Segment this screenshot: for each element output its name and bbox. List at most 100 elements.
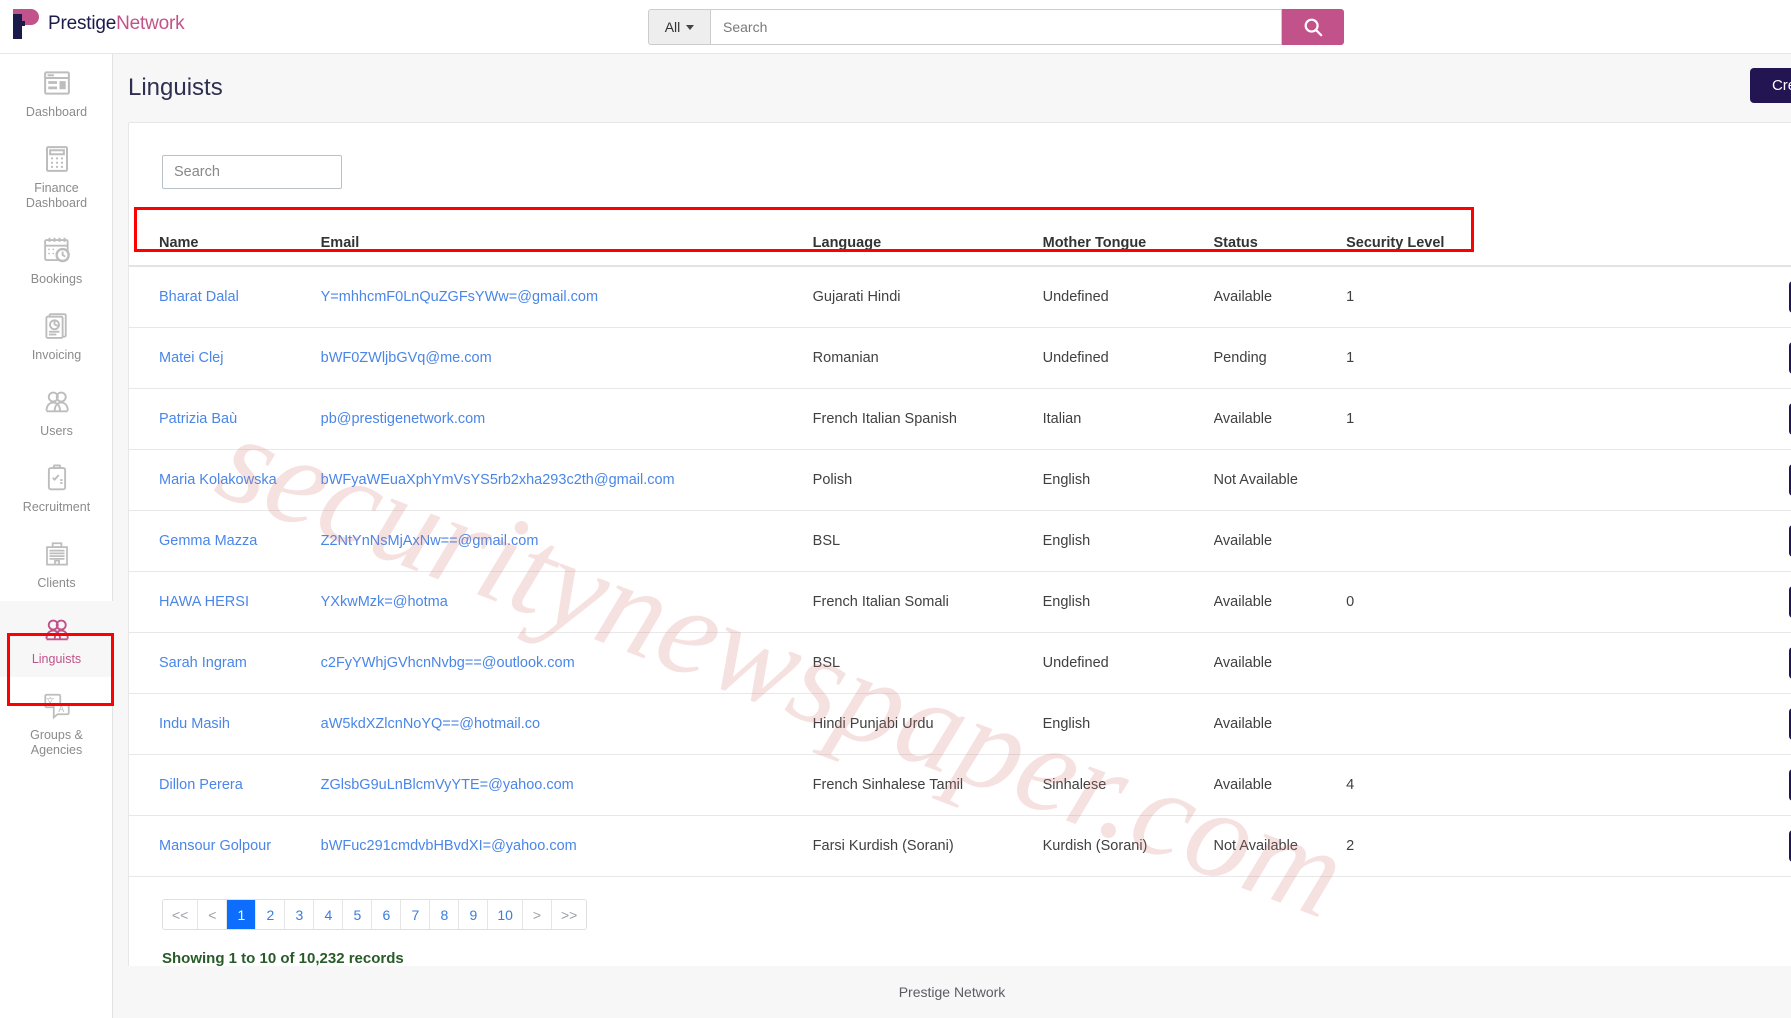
sidebar-item-clients[interactable]: Clients: [0, 525, 113, 601]
cell-status: Available: [1213, 632, 1347, 694]
pagination-page-8[interactable]: 8: [430, 900, 460, 929]
pagination-prev[interactable]: <: [198, 900, 228, 929]
linguist-email-link[interactable]: Z2NtYnNsMjAxNw==@gmail.com: [321, 533, 539, 549]
pagination-page-5[interactable]: 5: [343, 900, 373, 929]
linguist-name-link[interactable]: Dillon Perera: [159, 777, 243, 793]
cell-language: French Italian Somali: [812, 571, 1043, 633]
linguist-name-link[interactable]: Matei Clej: [159, 350, 223, 366]
cell-security-level: 1: [1346, 388, 1533, 450]
sidebar-item-invoicing[interactable]: Invoicing: [0, 297, 113, 373]
linguist-name-link[interactable]: Sarah Ingram: [159, 655, 247, 671]
linguist-email-link[interactable]: c2FyYWhjGVhcnNvbg==@outlook.com: [321, 655, 575, 671]
column-header-status[interactable]: Status: [1213, 221, 1347, 267]
column-header-security-level[interactable]: Security Level: [1346, 221, 1533, 267]
table-row: Gemma Mazza Z2NtYnNsMjAxNw==@gmail.com B…: [129, 510, 1791, 572]
table-search-input[interactable]: [162, 155, 342, 189]
table-row: Sarah Ingram c2FyYWhjGVhcnNvbg==@outlook…: [129, 632, 1791, 694]
brand-logo-primary: Prestige: [48, 13, 117, 34]
pagination-page-6[interactable]: 6: [372, 900, 402, 929]
column-header-email[interactable]: Email: [320, 221, 813, 267]
report-chart-icon: [44, 313, 67, 339]
linguist-email-link[interactable]: bWFyaWEuaXphYmVsYS5rb2xha293c2th@gmail.c…: [321, 472, 675, 488]
cell-mother-tongue: English: [1042, 571, 1214, 633]
top-bar: PrestigeNetwork All: [0, 0, 1791, 54]
cell-mother-tongue: Undefined: [1042, 266, 1214, 328]
linguist-name-link[interactable]: Gemma Mazza: [159, 533, 257, 549]
search-scope-dropdown[interactable]: All: [648, 9, 710, 45]
column-header-name[interactable]: Name: [129, 221, 321, 267]
cell-security-level: 1: [1346, 266, 1533, 328]
cell-language: Gujarati Hindi: [812, 266, 1043, 328]
users-icon: [45, 391, 69, 413]
table-row: Indu Masih aW5kdXZlcnNoYQ==@hotmail.co H…: [129, 693, 1791, 755]
table-row: Mansour Golpour bWFuc291cmdvbHBvdXI=@yah…: [129, 815, 1791, 877]
linguist-name-link[interactable]: Bharat Dalal: [159, 289, 239, 305]
linguist-email-link[interactable]: YXkwMzk=@hotma: [321, 594, 448, 610]
pagination-page-10[interactable]: 10: [488, 900, 523, 929]
linguist-email-link[interactable]: bWF0ZWljbGVq@me.com: [321, 350, 492, 366]
linguist-email-link[interactable]: ZGlsbG9uLnBlcmVyYTE=@yahoo.com: [321, 777, 574, 793]
sidebar-item-groups-agencies[interactable]: 文 A Groups & Agencies: [0, 677, 113, 768]
linguist-email-link[interactable]: pb@prestigenetwork.com: [321, 411, 486, 427]
sidebar-item-label: Bookings: [30, 272, 83, 286]
global-search-input[interactable]: [710, 9, 1282, 45]
clipboard-check-icon: [47, 464, 66, 491]
pagination-page-2[interactable]: 2: [256, 900, 286, 929]
cell-mother-tongue: Undefined: [1042, 632, 1214, 694]
linguists-table: Name Email Language Mother Tongue Status…: [129, 221, 1791, 877]
sidebar-item-label: Recruitment: [22, 500, 91, 514]
linguist-name-link[interactable]: Maria Kolakowska: [159, 472, 277, 488]
sidebar-item-users[interactable]: Users: [0, 373, 113, 449]
pagination-first[interactable]: <<: [163, 900, 199, 929]
cell-language: Polish: [812, 449, 1043, 511]
chevron-down-icon: [686, 24, 695, 30]
pagination-page-1[interactable]: 1: [227, 900, 257, 929]
dashboard-icon: [43, 71, 70, 95]
pagination-page-4[interactable]: 4: [314, 900, 344, 929]
cell-mother-tongue: English: [1042, 693, 1214, 755]
translate-icon: 文 A: [43, 693, 70, 720]
sidebar-item-label: Invoicing: [31, 348, 82, 362]
pagination-page-7[interactable]: 7: [401, 900, 431, 929]
cell-security-level: 4: [1346, 754, 1533, 816]
linguist-name-link[interactable]: Patrizia Baù: [159, 411, 237, 427]
brand-logo[interactable]: PrestigeNetwork: [12, 8, 185, 40]
cell-mother-tongue: Kurdish (Sorani): [1042, 815, 1214, 877]
cell-status: Not Available: [1213, 449, 1347, 511]
cell-mother-tongue: Italian: [1042, 388, 1214, 450]
page-footer: Prestige Network: [113, 966, 1791, 1018]
pagination-next[interactable]: >: [522, 900, 552, 929]
linguist-name-link[interactable]: HAWA HERSI: [159, 594, 249, 610]
cell-status: Pending: [1213, 327, 1347, 389]
cell-security-level: [1346, 693, 1533, 755]
pagination-page-3[interactable]: 3: [285, 900, 315, 929]
linguist-name-link[interactable]: Indu Masih: [159, 716, 230, 732]
cell-mother-tongue: English: [1042, 510, 1214, 572]
column-header-language[interactable]: Language: [812, 221, 1043, 267]
users-icon: [45, 619, 69, 641]
table-body: Bharat Dalal Y=mhhcmF0LnQuZGFsYWw=@gmail…: [129, 266, 1791, 877]
linguist-email-link[interactable]: Y=mhhcmF0LnQuZGFsYWw=@gmail.com: [321, 289, 598, 305]
sidebar-item-bookings[interactable]: Bookings: [0, 221, 113, 297]
svg-text:文: 文: [45, 695, 54, 706]
table-row: Maria Kolakowska bWFyaWEuaXphYmVsYS5rb2x…: [129, 449, 1791, 511]
pagination-page-9[interactable]: 9: [459, 900, 489, 929]
pagination-last[interactable]: >>: [551, 900, 587, 929]
page-header: Linguists Create: [113, 54, 1791, 122]
cell-security-level: [1346, 632, 1533, 694]
cell-status: Available: [1213, 693, 1347, 755]
linguist-email-link[interactable]: bWFuc291cmdvbHBvdXI=@yahoo.com: [321, 838, 577, 854]
sidebar-item-recruitment[interactable]: Recruitment: [0, 449, 113, 525]
global-search-button[interactable]: [1282, 9, 1344, 45]
linguist-name-link[interactable]: Mansour Golpour: [159, 838, 271, 854]
cell-status: Not Available: [1213, 815, 1347, 877]
sidebar-item-finance-dashboard[interactable]: Finance Dashboard: [0, 130, 113, 221]
column-header-mother-tongue[interactable]: Mother Tongue: [1042, 221, 1214, 267]
column-header-actions: [1532, 221, 1791, 267]
create-button[interactable]: Create: [1749, 68, 1791, 103]
table-header: Name Email Language Mother Tongue Status…: [129, 221, 1791, 267]
cell-security-level: 1: [1346, 327, 1533, 389]
sidebar-item-linguists[interactable]: Linguists: [0, 601, 113, 677]
sidebar-item-dashboard[interactable]: Dashboard: [0, 54, 113, 130]
linguist-email-link[interactable]: aW5kdXZlcnNoYQ==@hotmail.co: [321, 716, 540, 732]
